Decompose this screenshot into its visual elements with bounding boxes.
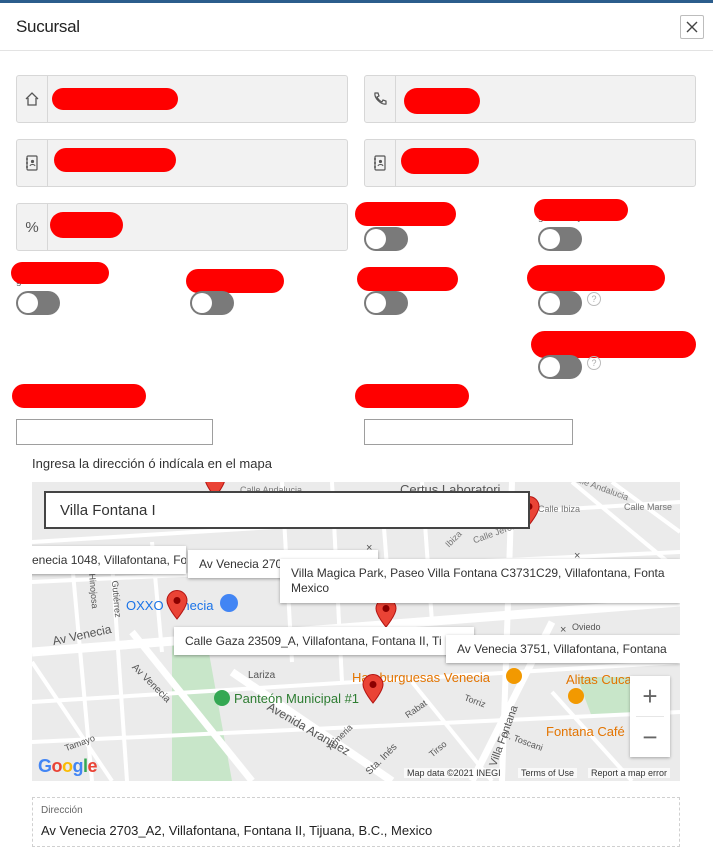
poi-label: Alitas Cucap [566, 672, 639, 687]
zoom-controls: + − [630, 676, 670, 757]
info-bubble-text: enecia 1048, Villafontana, Fo [32, 553, 186, 567]
info-bubble-text: Villa Magica Park, Paseo Villa Fontana C… [291, 566, 665, 580]
address-box: Dirección Av Venecia 2703_A2, Villafonta… [32, 797, 680, 847]
redaction-mark [355, 202, 456, 226]
toggle-switch[interactable] [190, 291, 234, 315]
info-bubble-text: Calle Gaza 23509_A, Villafontana, Fontan… [185, 634, 442, 648]
map-view[interactable]: Calle Andalucia Calle Andalucia Calle Ib… [32, 482, 680, 781]
close-icon[interactable]: × [574, 550, 580, 562]
toggle-switch[interactable] [364, 291, 408, 315]
terms-link[interactable]: Terms of Use [518, 768, 578, 778]
map-attribution: Map data ©2021 INEGI [404, 768, 504, 778]
map-instruction: Ingresa la dirección ó indícala en el ma… [32, 456, 272, 471]
toggle-switch[interactable] [16, 291, 60, 315]
redaction-mark [401, 148, 479, 174]
percent-icon: % [17, 204, 48, 250]
info-bubble-text: Mexico [291, 581, 330, 595]
redaction-mark [12, 384, 146, 408]
info-bubble[interactable]: Calle Gaza 23509_A, Villafontana, Fontan… [174, 627, 474, 655]
cemetery-icon [214, 690, 230, 706]
close-icon[interactable]: × [366, 542, 372, 554]
help-icon[interactable]: ? [587, 356, 601, 370]
contact-book-icon [17, 140, 48, 186]
address-caption: Dirección [41, 805, 83, 816]
map-pin-icon[interactable] [166, 590, 188, 620]
poi-label: Panteón Municipal #1 [234, 691, 360, 706]
redaction-mark [50, 212, 123, 238]
phone-icon [365, 76, 396, 122]
report-error-link[interactable]: Report a map error [588, 768, 671, 778]
info-bubble-text: Av Venecia 270 [199, 557, 283, 571]
dialog-header: Sucursal [0, 3, 713, 51]
redaction-mark [357, 267, 458, 291]
redaction-mark [534, 199, 628, 221]
close-icon [686, 21, 698, 33]
street-label: Lariza [248, 670, 276, 681]
text-input-2[interactable] [364, 419, 573, 445]
text-input-1[interactable] [16, 419, 213, 445]
home-icon [17, 76, 48, 122]
toggle-switch[interactable] [538, 355, 582, 379]
help-icon[interactable]: ? [587, 292, 601, 306]
redaction-mark [404, 88, 480, 114]
street-label: Oviedo [572, 622, 601, 632]
toggle-switch[interactable] [538, 227, 582, 251]
toggle-switch[interactable] [538, 291, 582, 315]
contact-book-icon [365, 140, 396, 186]
info-bubble-text: Av Venecia 3751, Villafontana, Fontana [457, 642, 667, 656]
toggle-switch[interactable] [364, 227, 408, 251]
close-icon[interactable]: × [560, 624, 566, 636]
store-icon [220, 594, 238, 612]
redaction-mark [527, 265, 665, 291]
street-label: Calle Ibiza [538, 504, 581, 514]
info-bubble[interactable]: Villa Magica Park, Paseo Villa Fontana C… [280, 559, 680, 603]
close-button[interactable] [680, 15, 704, 39]
redaction-mark [11, 262, 109, 284]
dialog-title: Sucursal [16, 17, 80, 36]
google-logo[interactable]: Google [38, 756, 98, 777]
redaction-mark [54, 148, 176, 172]
zoom-out-button[interactable]: − [630, 717, 670, 757]
poi-label: Fontana Café [546, 724, 625, 739]
map-search-input[interactable]: Villa Fontana I [44, 491, 530, 529]
info-bubble[interactable]: Av Venecia 3751, Villafontana, Fontana [446, 635, 680, 663]
street-label: Calle Marse [624, 502, 673, 512]
redaction-mark [52, 88, 178, 110]
restaurant-icon [506, 668, 522, 684]
map-pin-icon[interactable] [362, 674, 384, 704]
address-value: Av Venecia 2703_A2, Villafontana, Fontan… [41, 823, 433, 838]
redaction-mark [355, 384, 469, 408]
info-bubble[interactable]: enecia 1048, Villafontana, Fo [32, 546, 186, 574]
redaction-mark [531, 331, 696, 358]
zoom-in-button[interactable]: + [630, 676, 670, 716]
restaurant-icon [568, 688, 584, 704]
redaction-mark [186, 269, 284, 293]
